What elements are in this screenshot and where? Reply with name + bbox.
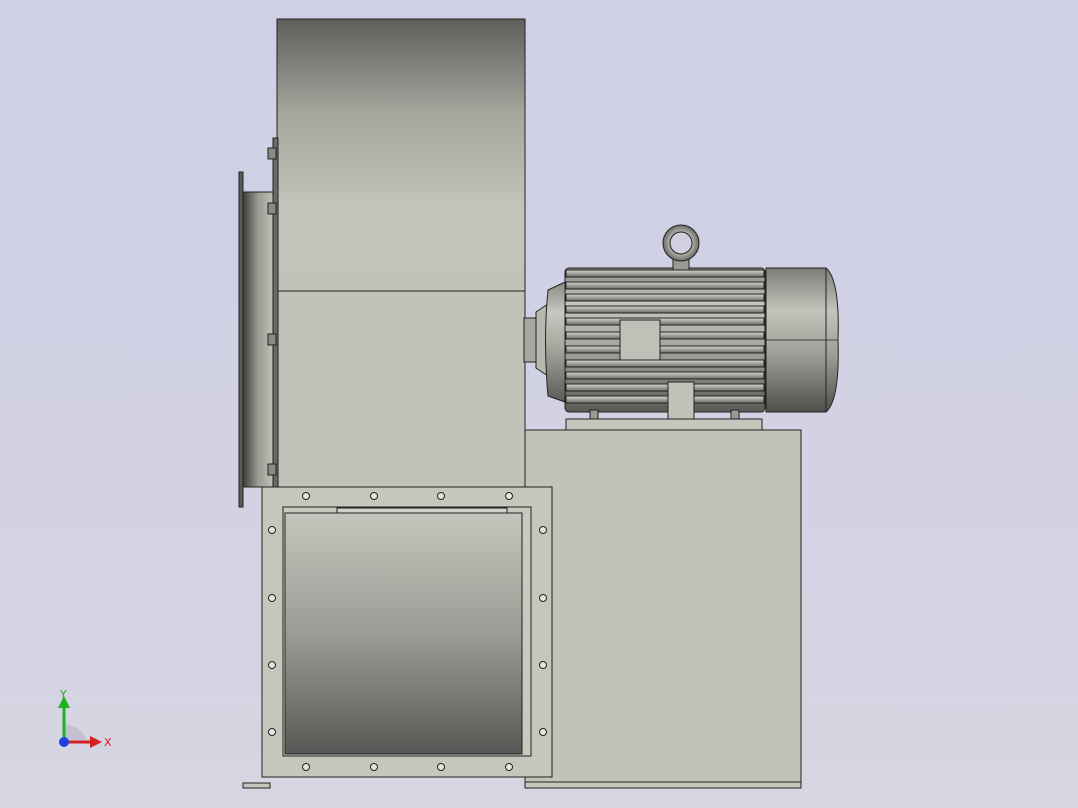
x-axis-label: X	[104, 736, 112, 749]
fan-model[interactable]	[0, 0, 1078, 808]
cad-viewport[interactable]: Y X	[0, 0, 1078, 808]
inlet-flange[interactable]	[238, 137, 279, 508]
lifting-eye[interactable]	[662, 224, 700, 271]
triad-arc	[64, 724, 86, 740]
fan-housing[interactable]	[276, 18, 526, 488]
outlet-flange[interactable]	[261, 486, 553, 778]
z-axis-dot	[59, 737, 69, 747]
coordinate-triad: Y X	[58, 688, 112, 749]
y-axis-label: Y	[59, 688, 67, 701]
electric-motor[interactable]	[523, 267, 839, 420]
